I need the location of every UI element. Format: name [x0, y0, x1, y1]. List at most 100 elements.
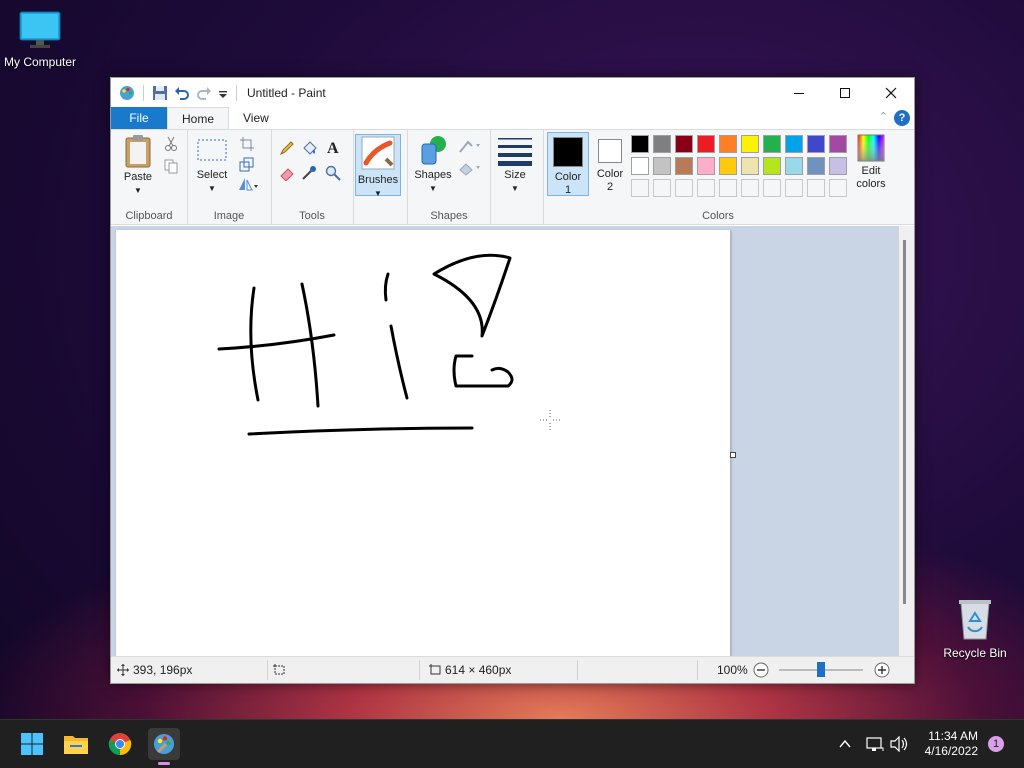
color-swatch[interactable] [741, 135, 759, 153]
chrome-button[interactable] [104, 728, 136, 760]
custom-color-slot[interactable] [631, 179, 649, 197]
cursor-position: 393, 196px [117, 657, 192, 683]
fill-bucket-icon[interactable] [301, 140, 317, 156]
resize-icon[interactable] [239, 156, 255, 172]
color-swatch[interactable] [653, 135, 671, 153]
text-tool-icon[interactable]: A [325, 139, 341, 155]
paste-label: Paste [123, 171, 153, 183]
rotate-icon[interactable] [237, 176, 259, 192]
outline-icon[interactable] [458, 138, 482, 154]
ribbon: Paste ▼ Clipboard Select ▼ Image A Tools… [111, 129, 914, 225]
color-swatch[interactable] [631, 157, 649, 175]
shapes-group: Shapes ▼ Shapes [407, 130, 491, 224]
color-swatch[interactable] [807, 157, 825, 175]
magnifier-icon[interactable] [325, 165, 341, 181]
pencil-icon[interactable] [279, 140, 295, 156]
cursor-position-text: 393, 196px [133, 663, 193, 677]
title-bar[interactable]: Untitled - Paint [111, 78, 914, 107]
color-swatch[interactable] [807, 135, 825, 153]
paint-taskbar-button[interactable] [148, 728, 180, 765]
color-swatch[interactable] [697, 157, 715, 175]
notification-badge[interactable]: 1 [988, 736, 1004, 752]
custom-color-slot[interactable] [719, 179, 737, 197]
clipboard-group-label: Clipboard [125, 210, 173, 222]
chevron-up-icon[interactable] [838, 737, 852, 751]
zoom-level: 100% [717, 657, 748, 683]
color-swatch[interactable] [785, 157, 803, 175]
paste-button[interactable]: Paste ▼ [119, 134, 157, 197]
tab-view[interactable]: View [229, 107, 283, 129]
selection-size-icon [273, 664, 285, 675]
volume-icon[interactable] [890, 736, 908, 752]
tab-file[interactable]: File [111, 107, 167, 129]
canvas-resize-handle[interactable] [730, 452, 736, 458]
close-button[interactable] [868, 78, 914, 107]
recycle-bin-desktop-icon[interactable]: Recycle Bin [940, 597, 1010, 660]
eraser-icon[interactable] [279, 165, 295, 181]
cut-icon[interactable] [163, 136, 179, 152]
dropdown-arrow-icon: ▼ [511, 184, 519, 193]
color-swatch[interactable] [631, 135, 649, 153]
edit-colors-button[interactable]: Edit colors [851, 134, 891, 191]
color-swatch[interactable] [719, 135, 737, 153]
vertical-scrollbar[interactable] [899, 226, 914, 656]
maximize-button[interactable] [822, 78, 868, 107]
brushes-label: Brushes [357, 174, 399, 186]
dropdown-arrow-icon: ▼ [429, 184, 437, 193]
zoom-out-icon[interactable] [753, 662, 769, 678]
custom-color-slot[interactable] [807, 179, 825, 197]
start-button[interactable] [16, 728, 48, 760]
tab-home[interactable]: Home [167, 107, 230, 129]
redo-icon[interactable] [196, 85, 212, 101]
custom-color-slot[interactable] [829, 179, 847, 197]
color-swatch[interactable] [785, 135, 803, 153]
clipboard-group: Paste ▼ Clipboard [111, 130, 188, 224]
undo-icon[interactable] [174, 85, 190, 101]
size-label: Size [504, 169, 526, 181]
stroke [300, 282, 320, 408]
customize-qa-icon[interactable] [218, 85, 228, 101]
save-icon[interactable] [152, 85, 168, 101]
color1-button[interactable]: Color 1 [547, 132, 589, 196]
size-button[interactable]: Size ▼ [495, 136, 535, 195]
color-picker-icon[interactable] [301, 165, 317, 181]
zoom-slider-thumb[interactable] [817, 662, 825, 677]
scroll-thumb[interactable] [903, 240, 906, 604]
color-swatch[interactable] [653, 157, 671, 175]
file-explorer-button[interactable] [60, 728, 92, 760]
drawing-canvas[interactable] [116, 230, 730, 656]
my-computer-desktop-icon[interactable]: My Computer [0, 10, 80, 69]
color-swatch[interactable] [741, 157, 759, 175]
network-icon[interactable] [866, 736, 884, 752]
brushes-button[interactable]: Brushes ▼ [355, 134, 401, 198]
custom-color-slot[interactable] [675, 179, 693, 197]
crosshair-cursor-icon [540, 410, 560, 430]
clock[interactable]: 11:34 AM 4/16/2022 [918, 729, 978, 759]
color-swatch[interactable] [697, 135, 715, 153]
custom-color-slot[interactable] [763, 179, 781, 197]
help-icon[interactable]: ? [894, 110, 910, 126]
shapes-button[interactable]: Shapes ▼ [414, 134, 452, 195]
fill-icon[interactable] [458, 160, 482, 176]
custom-color-slot[interactable] [697, 179, 715, 197]
custom-color-slot[interactable] [785, 179, 803, 197]
copy-icon[interactable] [163, 158, 179, 174]
select-button[interactable]: Select ▼ [193, 134, 231, 195]
dropdown-arrow-icon: ▼ [208, 184, 216, 193]
zoom-in-icon[interactable] [874, 662, 890, 678]
color-swatch[interactable] [675, 157, 693, 175]
color-swatch[interactable] [763, 157, 781, 175]
color-swatch[interactable] [829, 157, 847, 175]
custom-color-slot[interactable] [653, 179, 671, 197]
color-swatch[interactable] [829, 135, 847, 153]
collapse-ribbon-icon[interactable]: ⌃ [879, 110, 888, 123]
custom-color-slot[interactable] [741, 179, 759, 197]
minimize-button[interactable] [776, 78, 822, 107]
color-swatch[interactable] [719, 157, 737, 175]
color-swatch[interactable] [675, 135, 693, 153]
color2-button[interactable]: Color 2 [591, 132, 629, 194]
crop-icon[interactable] [239, 136, 255, 152]
color-swatch[interactable] [763, 135, 781, 153]
paint-app-icon[interactable] [119, 85, 135, 101]
maximize-icon [840, 87, 850, 98]
